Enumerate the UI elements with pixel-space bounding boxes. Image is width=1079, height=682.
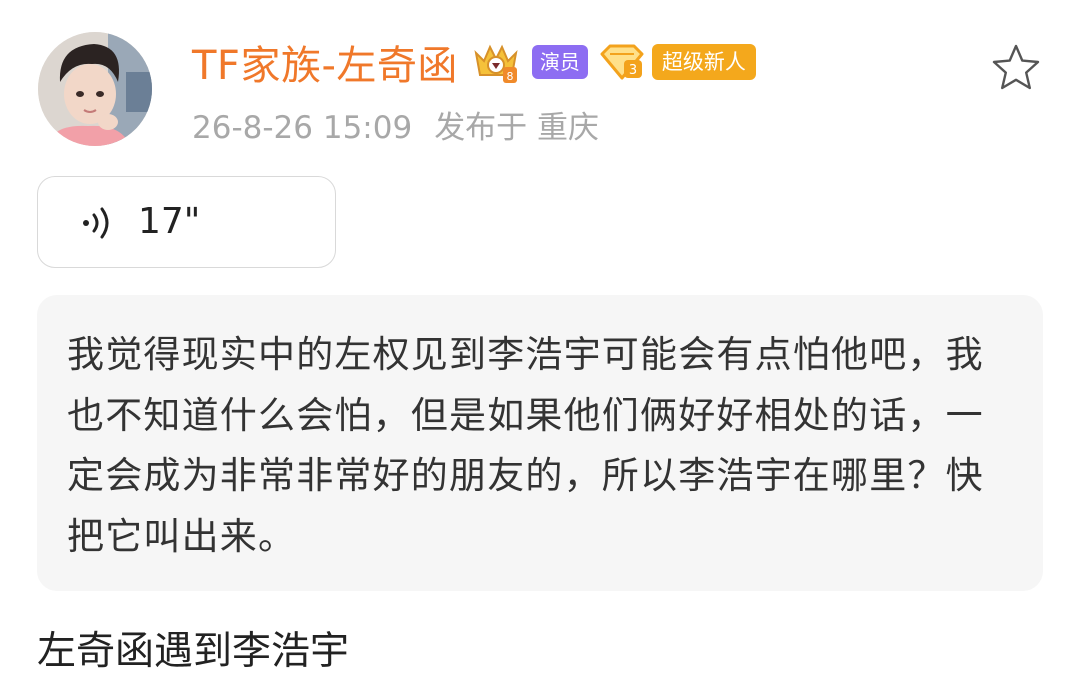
author-name[interactable]: TF家族-左奇函	[192, 33, 458, 91]
author-row: TF家族-左奇函 8 演员 3 超级新人	[192, 33, 756, 91]
post-location: 发布于 重庆	[434, 110, 600, 146]
post-caption: 左奇函遇到李浩宇	[37, 629, 350, 674]
voice-duration: 17"	[138, 201, 201, 242]
diamond-level-icon[interactable]: 3	[598, 42, 646, 82]
voice-message-button[interactable]: 17"	[37, 176, 336, 268]
avatar-photo	[38, 32, 152, 146]
level-value: 3	[629, 63, 637, 78]
quoted-text: 我觉得现实中的左权见到李浩宇可能会有点怕他吧，我也不知道什么会怕，但是如果他们俩…	[67, 333, 984, 558]
crown-badge-icon[interactable]: 8	[470, 39, 522, 85]
post-timestamp: 26-8-26 15:09	[192, 110, 413, 146]
actor-badge[interactable]: 演员	[531, 45, 588, 79]
crown-level: 8	[506, 70, 513, 83]
star-outline-icon[interactable]	[990, 42, 1042, 94]
voice-wave-icon	[80, 205, 120, 241]
quoted-text-box: 我觉得现实中的左权见到李浩宇可能会有点怕他吧，我也不知道什么会怕，但是如果他们俩…	[37, 295, 1043, 591]
post-meta: 26-8-26 15:09 发布于 重庆	[192, 102, 599, 147]
newbie-badge[interactable]: 超级新人	[651, 44, 756, 80]
author-avatar[interactable]	[38, 32, 152, 146]
post-card: TF家族-左奇函 8 演员 3 超级新人 26-8-26 15:09 发布于 重庆	[0, 0, 1079, 682]
